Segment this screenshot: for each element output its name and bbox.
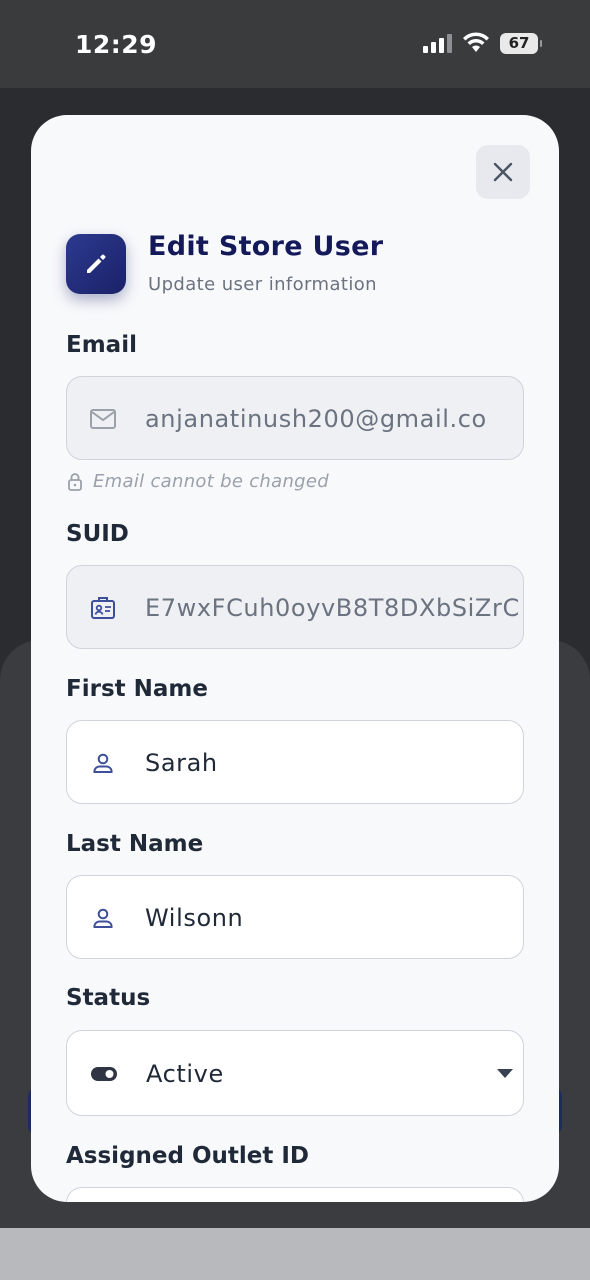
- status-label: Status: [66, 985, 151, 1011]
- status-value: Active: [146, 1060, 224, 1088]
- toggle-icon: [89, 1060, 119, 1088]
- suid-field[interactable]: E7wxFCuh0oyvB8T8DXbSiZrC: [66, 565, 524, 649]
- user-icon: [89, 904, 117, 932]
- last-name-label: Last Name: [66, 831, 204, 857]
- user-icon: [89, 749, 117, 777]
- mail-icon: [89, 405, 117, 433]
- email-helper: Email cannot be changed: [67, 471, 329, 492]
- pencil-icon: [87, 254, 106, 273]
- bottom-strip: [0, 1228, 590, 1280]
- wifi-icon: [463, 32, 489, 52]
- status-bar: 12:29 67: [0, 0, 590, 88]
- battery-level: 67: [508, 34, 530, 52]
- chevron-down-icon: [497, 1069, 513, 1078]
- close-button[interactable]: [476, 145, 530, 199]
- modal-subtitle: Update user information: [148, 274, 377, 295]
- header-badge: [66, 234, 126, 294]
- suid-value: E7wxFCuh0oyvB8T8DXbSiZrC: [145, 594, 520, 622]
- status-time: 12:29: [75, 30, 158, 59]
- outlet-field[interactable]: [66, 1187, 524, 1202]
- email-value: anjanatinush200@gmail.co: [145, 405, 487, 433]
- email-field[interactable]: anjanatinush200@gmail.co: [66, 376, 524, 460]
- lock-icon: [68, 472, 82, 491]
- suid-label: SUID: [66, 521, 129, 547]
- first-name-value: Sarah: [145, 749, 218, 777]
- id-card-icon: [89, 594, 117, 622]
- last-name-field[interactable]: Wilsonn: [66, 875, 524, 959]
- email-label: Email: [66, 332, 137, 358]
- last-name-value: Wilsonn: [145, 904, 244, 932]
- first-name-label: First Name: [66, 676, 208, 702]
- outlet-label: Assigned Outlet ID: [66, 1143, 310, 1169]
- signal-icon: [423, 34, 452, 53]
- modal-title: Edit Store User: [148, 231, 384, 262]
- first-name-field[interactable]: Sarah: [66, 720, 524, 804]
- battery-indicator: 67: [500, 33, 542, 54]
- edit-store-user-modal: Edit Store User Update user information …: [31, 115, 559, 1202]
- email-helper-text: Email cannot be changed: [93, 471, 329, 492]
- close-icon: [493, 162, 513, 182]
- status-select[interactable]: Active: [66, 1030, 524, 1116]
